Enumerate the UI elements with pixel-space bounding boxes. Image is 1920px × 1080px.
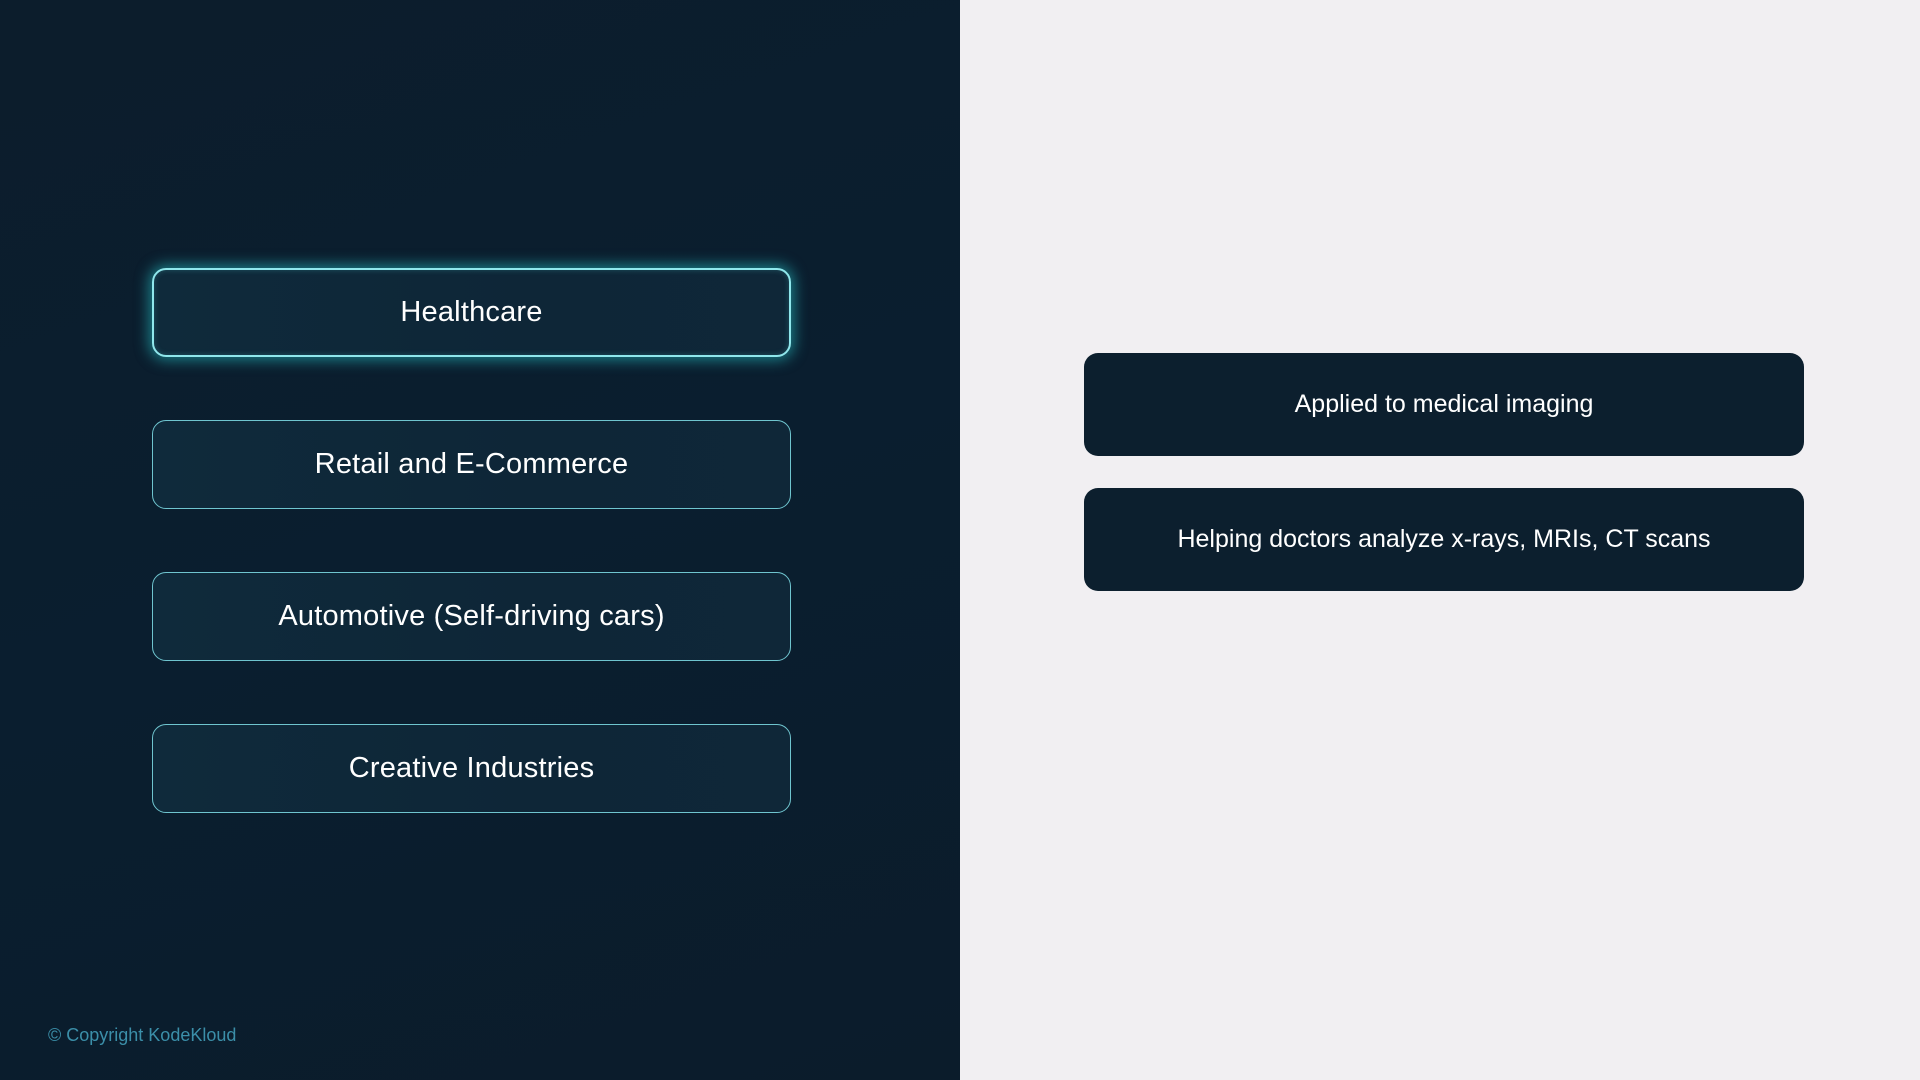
right-panel: Applied to medical imaging Helping docto… — [960, 0, 1920, 1080]
category-label: Retail and E-Commerce — [314, 448, 629, 480]
detail-text: Applied to medical imaging — [1294, 390, 1594, 418]
category-healthcare[interactable]: Healthcare — [152, 268, 791, 357]
category-label: Automotive (Self-driving cars) — [278, 600, 665, 632]
category-list: Healthcare Retail and E-Commerce Automot… — [152, 268, 791, 813]
detail-card: Applied to medical imaging — [1084, 353, 1804, 456]
category-label: Creative Industries — [348, 752, 595, 784]
detail-list: Applied to medical imaging Helping docto… — [1084, 353, 1804, 591]
slide: Healthcare Retail and E-Commerce Automot… — [0, 0, 1920, 1080]
detail-text: Helping doctors analyze x-rays, MRIs, CT… — [1177, 525, 1711, 553]
detail-card: Helping doctors analyze x-rays, MRIs, CT… — [1084, 488, 1804, 591]
category-retail-ecommerce[interactable]: Retail and E-Commerce — [152, 420, 791, 509]
category-automotive[interactable]: Automotive (Self-driving cars) — [152, 572, 791, 661]
category-label: Healthcare — [400, 296, 543, 328]
copyright-text: © Copyright KodeKloud — [48, 1025, 237, 1045]
category-creative-industries[interactable]: Creative Industries — [152, 724, 791, 813]
left-panel: Healthcare Retail and E-Commerce Automot… — [0, 0, 960, 1080]
